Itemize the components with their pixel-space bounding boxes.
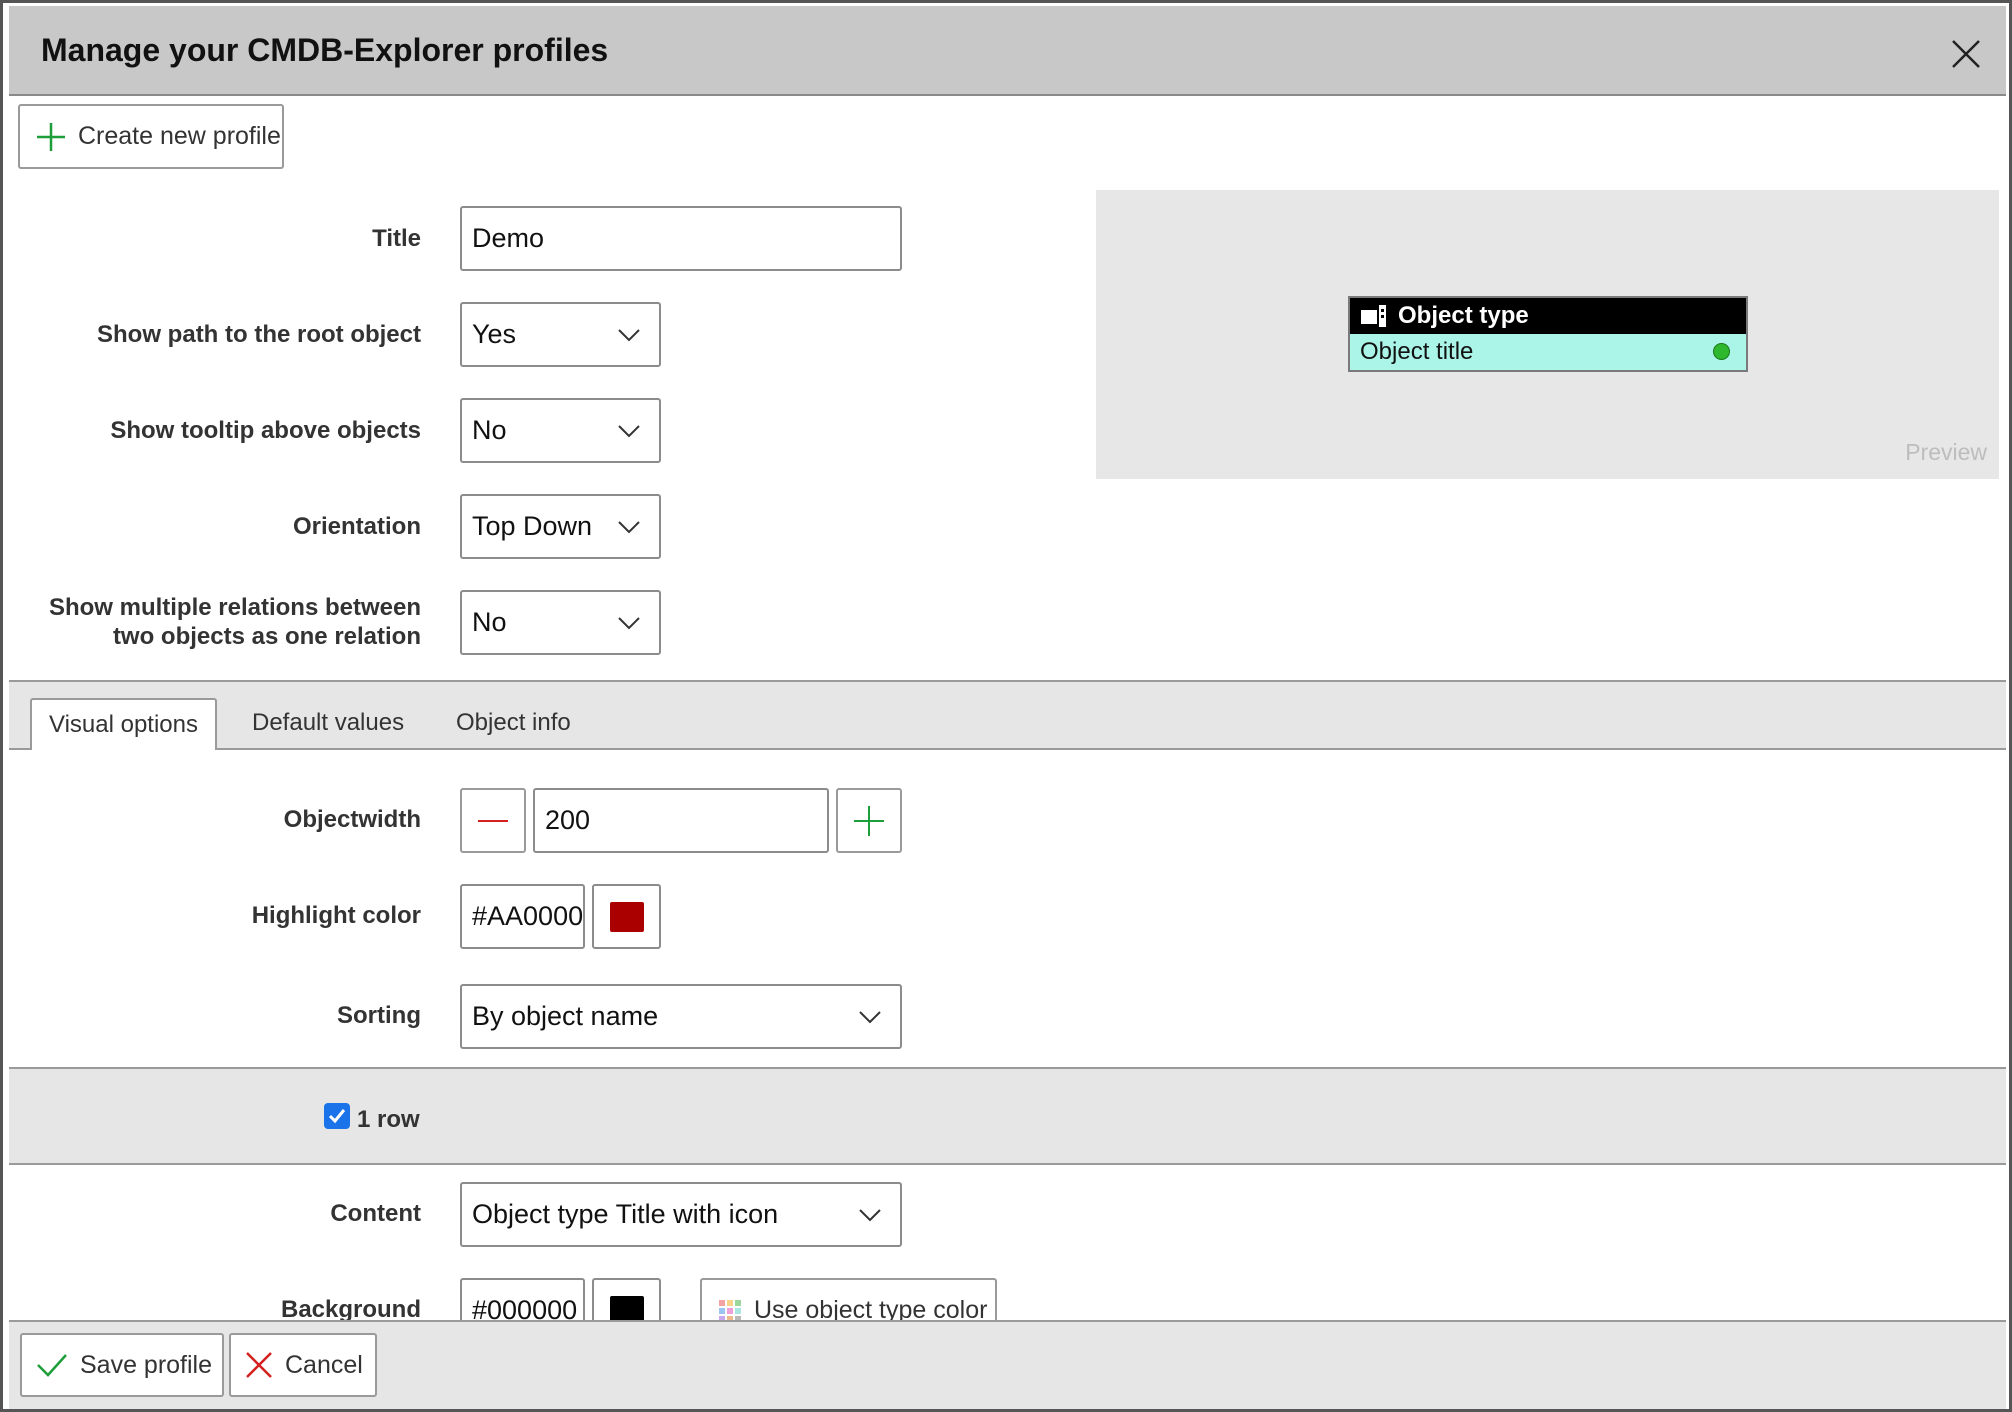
- highlight-color-input[interactable]: #AA0000: [460, 884, 585, 949]
- content-value: Object type Title with icon: [472, 1199, 779, 1229]
- sorting-value: By object name: [472, 1001, 659, 1031]
- multi-relations-select[interactable]: No: [460, 590, 661, 655]
- sorting-select[interactable]: By object name: [460, 984, 902, 1049]
- show-path-label: Show path to the root object: [97, 321, 421, 348]
- color-palette-icon: [719, 1299, 741, 1322]
- chevron-down-icon: [859, 1010, 881, 1023]
- sorting-label: Sorting: [337, 1002, 421, 1029]
- tab-object-info[interactable]: Object info: [456, 709, 571, 737]
- orientation-select[interactable]: Top Down: [460, 494, 661, 559]
- highlight-color-value: #AA0000: [472, 901, 584, 931]
- save-profile-label: Save profile: [80, 1350, 213, 1379]
- profile-dialog: Manage your CMDB-Explorer profiles Creat…: [0, 0, 2012, 1412]
- title-label: Title: [372, 225, 421, 252]
- show-tooltip-label: Show tooltip above objects: [110, 417, 421, 444]
- tab-label: Default values: [252, 709, 405, 736]
- objectwidth-label: Objectwidth: [283, 806, 421, 833]
- multi-relations-label-line1: Show multiple relations between: [48, 594, 421, 621]
- multi-relations-value: No: [472, 607, 507, 637]
- show-tooltip-select[interactable]: No: [460, 398, 661, 463]
- title-input[interactable]: Demo: [460, 206, 902, 271]
- create-profile-button[interactable]: Create new profile: [18, 104, 284, 169]
- row-section: [9, 1069, 2006, 1163]
- tab-visual-options[interactable]: Visual options: [30, 698, 217, 750]
- preview-panel: Object type Object title Preview: [1096, 190, 1999, 479]
- chevron-down-icon: [618, 328, 640, 341]
- row-label: 1 row: [357, 1106, 420, 1133]
- preview-node: Object type Object title: [1348, 296, 1748, 372]
- highlight-color-picker[interactable]: [592, 884, 661, 949]
- show-path-value: Yes: [472, 319, 517, 349]
- content-select[interactable]: Object type Title with icon: [460, 1182, 902, 1247]
- cancel-label: Cancel: [285, 1350, 363, 1379]
- objectwidth-input[interactable]: 200: [533, 788, 829, 853]
- preview-watermark: Preview: [1905, 439, 1987, 465]
- highlight-color-label: Highlight color: [251, 902, 421, 929]
- tab-default-values[interactable]: Default values: [252, 709, 404, 737]
- chevron-down-icon: [859, 1208, 881, 1221]
- preview-object-title: Object title: [1360, 338, 1474, 365]
- chevron-down-icon: [618, 520, 640, 533]
- preview-node-header: Object type: [1350, 298, 1746, 334]
- multi-relations-label-line2: two objects as one relation: [112, 622, 421, 650]
- highlight-color-swatch: [610, 902, 644, 932]
- divider: [9, 748, 2006, 750]
- row-checkbox[interactable]: [324, 1103, 350, 1129]
- divider: [9, 1163, 2006, 1165]
- tab-label: Visual options: [49, 711, 198, 738]
- create-profile-label: Create new profile: [78, 122, 281, 150]
- multi-relations-label: Show multiple relations between two obje…: [23, 594, 421, 652]
- minus-icon: [478, 819, 508, 822]
- save-profile-button[interactable]: Save profile: [20, 1333, 224, 1397]
- tab-label: Object info: [456, 709, 571, 736]
- status-dot-icon: [1713, 343, 1730, 360]
- show-path-select[interactable]: Yes: [460, 302, 661, 367]
- close-icon: [246, 1352, 272, 1378]
- dialog-titlebar: Manage your CMDB-Explorer profiles: [9, 6, 2006, 96]
- orientation-label: Orientation: [292, 513, 421, 540]
- chevron-down-icon: [618, 616, 640, 629]
- checkmark-icon: [37, 1354, 67, 1377]
- increase-width-button[interactable]: [836, 788, 902, 853]
- decrease-width-button[interactable]: [460, 788, 526, 853]
- content-label: Content: [330, 1200, 421, 1227]
- dialog-title: Manage your CMDB-Explorer profiles: [41, 32, 609, 68]
- orientation-value: Top Down: [472, 511, 593, 541]
- title-input-value: Demo: [472, 223, 545, 253]
- close-icon[interactable]: [1948, 36, 1984, 72]
- plus-icon: [854, 805, 884, 836]
- checkmark-icon: [328, 1109, 346, 1124]
- preview-object-type: Object type: [1398, 302, 1529, 329]
- plus-icon: [37, 122, 65, 151]
- chevron-down-icon: [618, 424, 640, 437]
- cancel-button[interactable]: Cancel: [229, 1333, 377, 1397]
- object-type-icon: [1361, 305, 1386, 327]
- show-tooltip-value: No: [472, 415, 507, 445]
- objectwidth-value: 200: [545, 805, 591, 835]
- dialog-footer: Save profile Cancel: [9, 1320, 2006, 1409]
- preview-node-body: Object title: [1350, 334, 1746, 370]
